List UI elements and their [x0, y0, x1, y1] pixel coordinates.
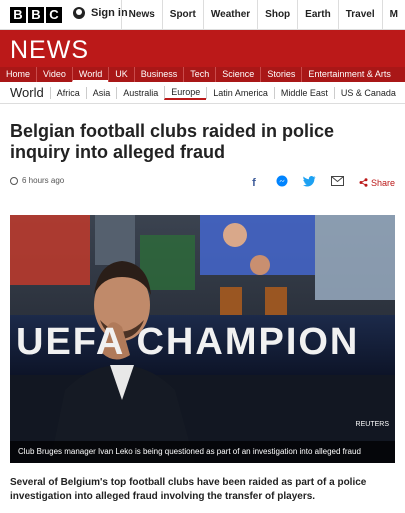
hero-banner-text: UEFA CHAMPION: [16, 321, 360, 363]
news-nav-home[interactable]: Home: [0, 67, 36, 82]
article-headline: Belgian football clubs raided in police …: [10, 121, 335, 162]
article-meta: 6 hours ago f Share: [10, 175, 395, 189]
twitter-icon[interactable]: [303, 175, 317, 190]
top-nav-more[interactable]: M: [381, 0, 405, 30]
subnav-latin-america[interactable]: Latin America: [206, 86, 274, 99]
world-subnav: World Africa Asia Australia Europe Latin…: [0, 82, 405, 104]
messenger-icon[interactable]: [275, 175, 289, 190]
sign-in-link[interactable]: Sign in: [73, 7, 128, 19]
email-icon[interactable]: [331, 176, 345, 189]
image-credit: REUTERS: [355, 421, 389, 428]
share-label: Share: [370, 177, 395, 188]
news-nav-entertainment[interactable]: Entertainment & Arts: [301, 67, 397, 82]
news-nav-stories[interactable]: Stories: [260, 67, 301, 82]
subnav-australia[interactable]: Australia: [116, 86, 164, 99]
top-nav-earth[interactable]: Earth: [297, 0, 338, 30]
timestamp: 6 hours ago: [10, 176, 64, 185]
subnav-europe[interactable]: Europe: [164, 85, 207, 100]
news-nav-video[interactable]: Video: [36, 67, 72, 82]
top-nav-shop[interactable]: Shop: [257, 0, 297, 30]
bbc-logo[interactable]: B B C: [10, 7, 62, 23]
top-nav-news[interactable]: News: [120, 0, 162, 30]
news-nav-tech[interactable]: Tech: [183, 67, 215, 82]
news-banner: NEWS Home Video World UK Business Tech S…: [0, 30, 405, 82]
news-nav-world[interactable]: World: [71, 67, 109, 82]
image-caption: Club Bruges manager Ivan Leko is being q…: [10, 441, 395, 463]
top-nav-weather[interactable]: Weather: [202, 0, 257, 30]
bbc-logo-letter: C: [46, 7, 62, 23]
timestamp-text: 6 hours ago: [22, 176, 65, 185]
share-button[interactable]: Share: [359, 178, 395, 188]
news-nav: Home Video World UK Business Tech Scienc…: [0, 67, 405, 82]
subnav-us-canada[interactable]: US & Canada: [333, 86, 402, 99]
article-intro: Several of Belgium's top football clubs …: [10, 477, 367, 502]
subnav-asia[interactable]: Asia: [85, 86, 117, 99]
top-bar: B B C Sign in News Sport Weather Shop Ea…: [0, 0, 405, 30]
top-nav-sport[interactable]: Sport: [161, 0, 203, 30]
article-hero-image: UEFA CHAMPION REUTERS Club Bruges manage…: [10, 215, 395, 463]
news-nav-science[interactable]: Science: [215, 67, 260, 82]
share-icon: [359, 178, 368, 187]
facebook-icon[interactable]: f: [247, 177, 261, 189]
top-nav-travel[interactable]: Travel: [337, 0, 382, 30]
bbc-logo-letter: B: [28, 7, 44, 23]
clock-icon: [10, 176, 18, 185]
subnav-middle-east[interactable]: Middle East: [273, 86, 334, 99]
subnav-africa[interactable]: Africa: [49, 86, 86, 99]
news-nav-uk[interactable]: UK: [108, 67, 134, 82]
user-icon: [73, 7, 85, 19]
bbc-logo-letter: B: [10, 7, 26, 23]
subnav-section-title[interactable]: World: [0, 85, 50, 100]
top-nav: News Sport Weather Shop Earth Travel M: [120, 0, 405, 30]
news-logo[interactable]: NEWS: [10, 36, 89, 65]
share-tools: f Share: [247, 175, 395, 190]
news-nav-business[interactable]: Business: [133, 67, 184, 82]
